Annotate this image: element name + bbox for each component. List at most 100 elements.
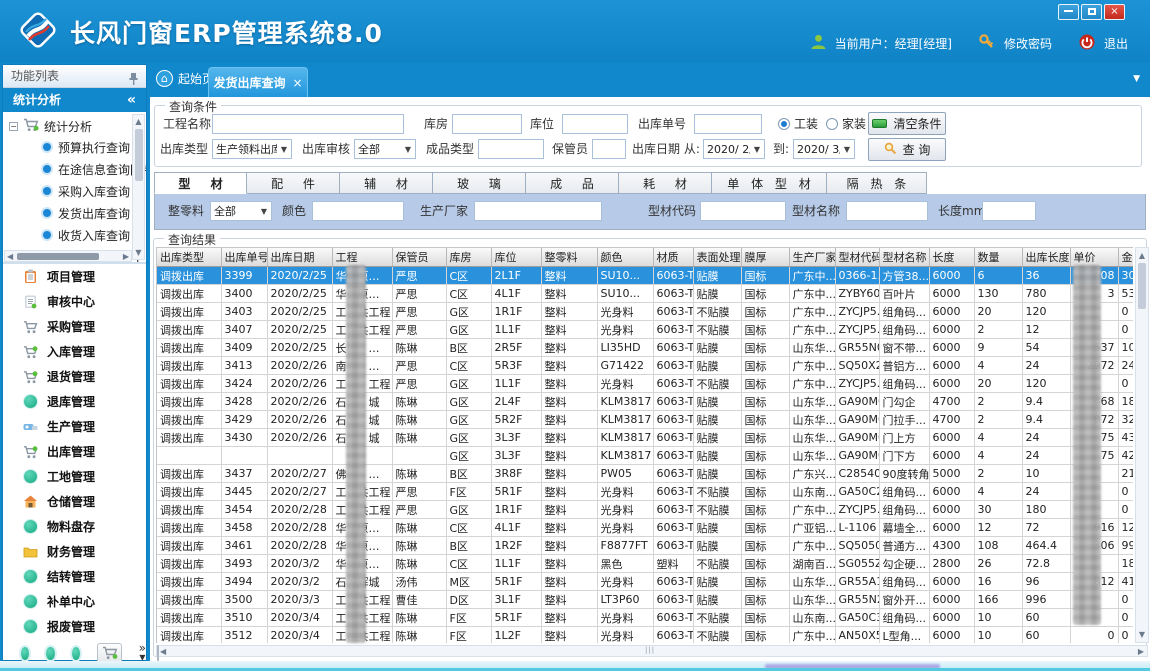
tab-close-icon[interactable]: ×	[292, 76, 302, 90]
tab-overflow-icon[interactable]: ▼	[1133, 74, 1140, 84]
table-row[interactable]: 调拨出库34942020/3/2石 辉城汤伟M区5R1F整料光身料6063-T5…	[157, 573, 1133, 591]
table-row[interactable]: 调拨出库34242020/2/26工 工程严思G区1L1F整料光身料6063-T…	[157, 375, 1133, 393]
table-row[interactable]: 调拨出库34292020/2/26石 城陈琳G区5R2F整料KLM3817606…	[157, 411, 1133, 429]
profile-name-input[interactable]	[846, 201, 928, 221]
scroll-up-icon[interactable]: ▲	[1136, 251, 1148, 260]
scroll-down-icon[interactable]: ▼	[133, 248, 144, 257]
sidebar-module-15[interactable]: 报废管理	[3, 614, 146, 639]
sidebar-module-9[interactable]: 工地管理	[3, 464, 146, 489]
sidebar-module-13[interactable]: 结转管理	[3, 564, 146, 589]
column-header[interactable]: 数量	[974, 248, 1022, 267]
tree-item-4[interactable]: 发货出库查询	[3, 202, 146, 224]
column-header[interactable]: 出库类型	[157, 248, 221, 267]
column-header[interactable]: 材质	[653, 248, 693, 267]
column-header[interactable]: 保管员	[392, 248, 446, 267]
order-no-input[interactable]	[694, 114, 762, 134]
table-row[interactable]: 调拨出库34302020/2/26石 城陈琳G区3L3F整料KLM3817606…	[157, 429, 1133, 447]
change-password-link[interactable]: 修改密码	[1004, 35, 1052, 52]
whole-part-select[interactable]: 全部▼	[210, 201, 272, 221]
date-to-select[interactable]: 2020/ 3/16▼	[793, 139, 855, 159]
sidebar-module-14[interactable]: 补单中心	[3, 589, 146, 614]
sidebar-module-2[interactable]: 审核中心	[3, 289, 146, 314]
close-button[interactable]: ×	[1104, 4, 1125, 20]
table-row[interactable]: 调拨出库35002020/3/3工 共工程曹佳D区3L1F整料LT3P60606…	[157, 591, 1133, 609]
sidebar-module-7[interactable]: 生产管理	[3, 414, 146, 439]
table-row[interactable]: 调拨出库34092020/2/25长 …陈琳B区2R5F整料LI35HD6063…	[157, 339, 1133, 357]
table-row[interactable]: 调拨出库34932020/3/2华 原…陈琳C区1L1F整料黑色塑料不贴膜国标湖…	[157, 555, 1133, 573]
table-row[interactable]: 调拨出库34282020/2/26石 城陈琳G区2L4F整料KLM3817606…	[157, 393, 1133, 411]
tree-item-3[interactable]: 采购入库查询	[3, 180, 146, 202]
sidebar-module-12[interactable]: 财务管理	[3, 539, 146, 564]
column-header[interactable]: 生产厂家	[789, 248, 835, 267]
scroll-left-icon[interactable]: ◀	[160, 647, 166, 656]
tree-root-node[interactable]: − 统计分析	[3, 112, 146, 136]
table-vertical-scrollbar[interactable]: ▲ ▼	[1135, 247, 1149, 643]
sidebar-module-3[interactable]: 采购管理	[3, 314, 146, 339]
column-header[interactable]: 型材名称	[879, 248, 929, 267]
table-row[interactable]: 调拨出库34032020/2/25工 共工程严思G区1R1F整料光身料6063-…	[157, 303, 1133, 321]
column-header[interactable]: 型材代码	[835, 248, 879, 267]
tree-vertical-scrollbar[interactable]: ▲ ▼	[132, 114, 145, 260]
keeper-input[interactable]	[592, 139, 626, 159]
tab-home[interactable]: ⌂ 起始页	[156, 70, 214, 87]
sidebar-module-8[interactable]: 出库管理	[3, 439, 146, 464]
material-tab-6[interactable]: 耗 材	[619, 172, 712, 194]
column-header[interactable]: 表面处理	[693, 248, 741, 267]
table-horizontal-scrollbar[interactable]: ◀ ||| ▶	[156, 645, 1148, 657]
tree-item-5[interactable]: 收货入库查询	[3, 224, 146, 246]
length-input[interactable]	[982, 201, 1036, 221]
material-tab-2[interactable]: 配 件	[247, 172, 340, 194]
tab-shipment-outbound-query[interactable]: 发货出库查询 ×	[208, 67, 308, 97]
scroll-down-icon[interactable]: ▼	[1136, 630, 1148, 639]
scroll-right-icon[interactable]: ▶	[123, 252, 129, 261]
tree-item-2[interactable]: 在途信息查询[待	[3, 158, 146, 180]
profile-code-input[interactable]	[700, 201, 786, 221]
column-header[interactable]: 库位	[491, 248, 541, 267]
table-row[interactable]: 调拨出库34612020/2/28华 原…陈琳B区1R2F整料F8877FT60…	[157, 537, 1133, 555]
column-header[interactable]: 膜厚	[741, 248, 789, 267]
scroll-right-icon[interactable]: ▶	[1138, 647, 1144, 656]
column-header[interactable]: 长度	[929, 248, 974, 267]
tree-horizontal-scrollbar[interactable]: ◀ ▶	[4, 250, 132, 262]
column-header[interactable]: 出库长度	[1022, 248, 1070, 267]
material-tab-8[interactable]: 隔 热 条	[827, 172, 927, 194]
sidebar-module-10[interactable]: 仓储管理	[3, 489, 146, 514]
sidebar-module-4[interactable]: 入库管理	[3, 339, 146, 364]
location-input[interactable]	[562, 114, 628, 134]
material-tab-1[interactable]: 型 材	[154, 172, 247, 194]
column-header[interactable]: 出库日期	[267, 248, 332, 267]
outbound-audit-select[interactable]: 全部▼	[354, 139, 416, 159]
date-from-select[interactable]: 2020/ 2/16▼	[703, 139, 765, 159]
column-header[interactable]: 单价	[1070, 248, 1118, 267]
warehouse-input[interactable]	[452, 114, 522, 134]
column-header[interactable]: 金	[1118, 248, 1133, 267]
table-row[interactable]: 调拨出库34072020/2/25工 共工程严思G区1L1F整料光身料6063-…	[157, 321, 1133, 339]
manufacturer-input[interactable]	[474, 201, 602, 221]
material-tab-3[interactable]: 辅 材	[340, 172, 433, 194]
clear-conditions-button[interactable]: 清空条件	[868, 112, 946, 135]
collapse-icon[interactable]: «	[127, 88, 136, 112]
material-tab-4[interactable]: 玻 璃	[433, 172, 526, 194]
column-header[interactable]: 库房	[446, 248, 491, 267]
column-header[interactable]: 出库单号	[221, 248, 267, 267]
table-row[interactable]: 调拨出库34002020/2/25华 原…严思C区4L1F整料SU10...60…	[157, 285, 1133, 303]
sidebar-module-11[interactable]: 物料盘存	[3, 514, 146, 539]
radio-home-decoration[interactable]: 家装	[826, 115, 866, 132]
sidebar-module-1[interactable]: 项目管理	[3, 264, 146, 289]
project-name-input[interactable]	[212, 114, 404, 134]
tree-expander-icon[interactable]: −	[9, 122, 18, 131]
table-row[interactable]: 调拨出库33992020/2/25华 原…严思C区2L1F整料SU10...60…	[157, 267, 1133, 285]
column-header[interactable]: 整零料	[541, 248, 597, 267]
color-input[interactable]	[312, 201, 404, 221]
tree-item-1[interactable]: 预算执行查询	[3, 136, 146, 158]
section-header-statistics[interactable]: 统计分析 «	[3, 88, 146, 112]
sidebar-module-6[interactable]: 退库管理	[3, 389, 146, 414]
table-row[interactable]: G区3L3F整料KLM38176063-T5贴膜国标山东华...GA90M09.…	[157, 447, 1133, 465]
expand-more-icon[interactable]: »▾	[139, 644, 146, 662]
scroll-up-icon[interactable]: ▲	[133, 117, 144, 126]
maximize-button[interactable]	[1081, 4, 1102, 20]
module-dot-icon[interactable]	[46, 647, 54, 660]
material-tab-7[interactable]: 单 体 型 材	[712, 172, 827, 194]
column-header[interactable]: 颜色	[597, 248, 653, 267]
search-button[interactable]: 查 询	[868, 138, 946, 161]
